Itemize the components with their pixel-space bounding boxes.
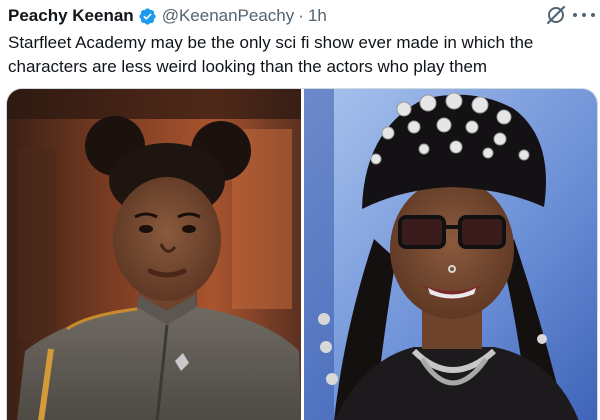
more-options-icon[interactable] [573,6,595,24]
header-separator: · [298,6,304,25]
more-dot-icon [591,13,595,17]
tweet-header: Peachy Keenan @KeenanPeachy · 1h [8,4,327,28]
tweet-text: Starfleet Academy may be the only sci fi… [8,31,598,79]
tweet-text-line: characters are less weird looking than t… [8,57,488,76]
more-dot-icon [582,13,586,17]
author-display-name[interactable]: Peachy Keenan [8,6,134,26]
tweet-text-line: Starfleet Academy may be the only sci fi… [8,33,534,52]
grok-icon[interactable] [545,4,567,26]
media-photo-left[interactable] [7,89,301,420]
more-dot-icon [573,13,577,17]
tweet-media-grid[interactable] [6,88,598,420]
author-handle[interactable]: @KeenanPeachy [162,6,295,26]
tweet-timestamp[interactable]: 1h [308,6,327,26]
tweet[interactable]: Peachy Keenan @KeenanPeachy · 1h Starfle… [0,0,600,420]
media-photo-right[interactable] [304,89,597,420]
verified-badge-icon [138,7,157,26]
